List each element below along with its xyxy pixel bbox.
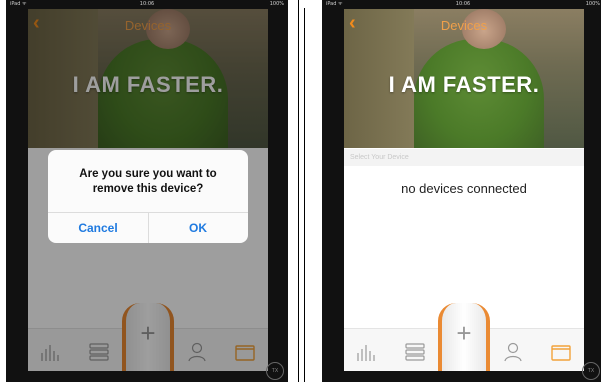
home-button[interactable]: TX [582, 362, 600, 380]
alert-message: Are you sure you want to remove this dev… [79, 168, 217, 195]
list-icon[interactable] [402, 339, 428, 365]
status-bar: iPad ᯤ 10:06 100% [6, 0, 288, 9]
clock: 10:06 [455, 1, 471, 7]
add-icon: + [456, 318, 472, 348]
ok-button[interactable]: OK [148, 213, 248, 243]
nav-bar: ‹ Devices [344, 9, 584, 39]
cancel-button[interactable]: Cancel [48, 213, 149, 243]
remove-device-alert: Are you sure you want to remove this dev… [48, 150, 248, 243]
right-ipad-screenshot: iPad ᯤ 10:06 100% I AM FASTER. ‹ Devices… [322, 0, 601, 382]
profile-icon[interactable] [500, 339, 526, 365]
clock: 10:06 [139, 1, 155, 7]
app-screen: I AM FASTER. ‹ Devices Select Your Devic… [344, 9, 584, 371]
folder-icon[interactable] [548, 339, 574, 365]
select-device-header: Select Your Device [344, 149, 584, 166]
left-ipad-screenshot: iPad ᯤ 10:06 100% I AM FASTER. ‹ Devices [6, 0, 288, 382]
home-button[interactable]: TX [266, 362, 284, 380]
status-bar: iPad ᯤ 10:06 100% [322, 0, 601, 9]
empty-state-text: no devices connected [401, 181, 527, 196]
battery-label: 100% [585, 1, 600, 7]
divider-line [304, 8, 305, 382]
page-title: Devices [440, 18, 488, 33]
add-device-button[interactable]: + [438, 303, 490, 371]
stats-icon[interactable] [352, 339, 378, 365]
divider-line [298, 0, 299, 382]
battery-label: 100% [269, 1, 284, 7]
hero-tagline: I AM FASTER. [388, 72, 540, 97]
alert-buttons: Cancel OK [48, 212, 248, 243]
app-screen: I AM FASTER. ‹ Devices + Are you sure yo… [28, 9, 268, 371]
